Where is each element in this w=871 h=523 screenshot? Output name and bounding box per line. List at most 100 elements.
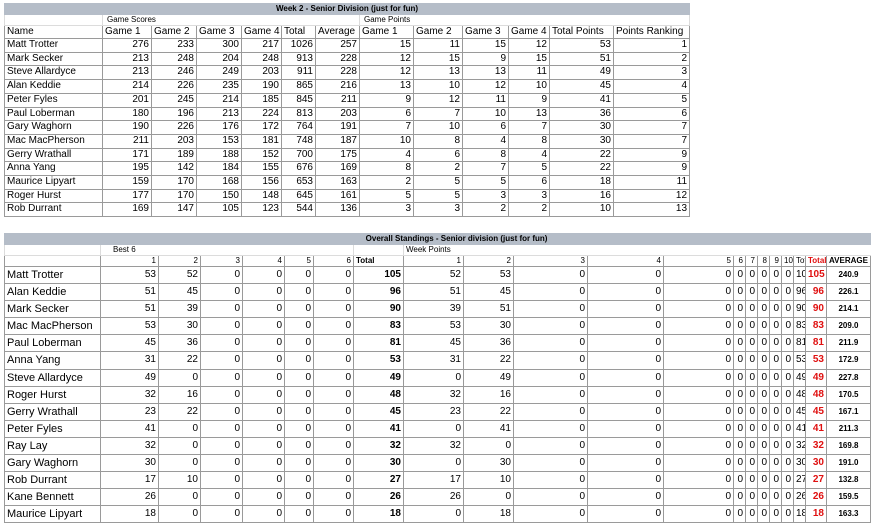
score-cell: 163 <box>315 175 360 190</box>
best-score-cell: 49 <box>100 368 159 387</box>
score-cell: 3 <box>508 188 550 204</box>
score-cell: 5 <box>612 92 691 108</box>
score-cell: 191 <box>315 120 360 135</box>
player-name-cell: Maurice Lipyart <box>4 505 101 523</box>
score-cell: 865 <box>281 79 316 94</box>
week-points-cell: 0 <box>757 402 770 421</box>
best-score-cell: 0 <box>284 265 314 285</box>
week-points-cell: 0 <box>733 368 746 387</box>
best-score-cell: 18 <box>100 505 159 523</box>
best-score-cell: 0 <box>242 265 285 285</box>
week-points-cell: 0 <box>781 419 794 438</box>
score-cell: 8 <box>462 147 509 163</box>
player-name-cell: Paul Loberman <box>4 106 103 122</box>
week-total-cell: 83 <box>793 317 806 336</box>
best-score-cell: 0 <box>200 283 243 302</box>
score-cell: 41 <box>549 92 614 108</box>
best-score-cell: 0 <box>242 283 285 302</box>
table-row: Matt Trotter 276 233 300 217 1026 257 15 11 15 12 5… <box>4 38 691 53</box>
total-cell: 53 <box>353 351 404 370</box>
week-points-cell: 0 <box>745 454 758 473</box>
table-row: Gerry Wrathall23220000452322000000004545… <box>4 402 871 421</box>
column-header: Name <box>4 25 103 39</box>
score-cell: 169 <box>102 202 152 218</box>
week-points-cell: 0 <box>781 505 794 523</box>
score-cell: 226 <box>151 120 197 135</box>
best-score-cell: 39 <box>158 300 201 319</box>
best-score-cell: 0 <box>313 317 354 336</box>
week-points-cell: 51 <box>463 300 514 319</box>
week-points-cell: 0 <box>587 283 664 302</box>
week-points-cell: 0 <box>403 454 464 473</box>
week-points-cell: 0 <box>757 436 770 456</box>
table-row: Gerry Wrathall 171 189 188 152 700 175 4 6 8 4 22 9 <box>4 147 691 163</box>
week-points-cell: 0 <box>757 317 770 336</box>
week-points-cell: 0 <box>663 505 734 523</box>
week-total-cell: 53 <box>793 351 806 370</box>
week-points-cell: 0 <box>733 334 746 353</box>
score-cell: 15 <box>462 38 509 53</box>
week-points-cell: 0 <box>769 385 782 404</box>
table-row: Peter Fyles 201 245 214 185 845 211 9 12 11 9 41 5 <box>4 92 691 108</box>
player-name-cell: Rob Durrant <box>4 471 101 490</box>
week-points-cell: 0 <box>663 471 734 490</box>
score-cell: 12 <box>359 51 414 67</box>
score-cell: 190 <box>241 79 282 94</box>
score-cell: 9 <box>612 161 691 177</box>
week-points-cell: 0 <box>769 351 782 370</box>
best-score-cell: 0 <box>313 419 354 438</box>
score-cell: 10 <box>549 202 614 218</box>
best-score-cell: 0 <box>200 471 243 490</box>
best-column-header: 3 <box>200 255 243 267</box>
score-cell: 214 <box>196 92 242 108</box>
week-points-cell: 0 <box>733 471 746 490</box>
week-points-cell: 32 <box>403 436 464 456</box>
week-points-cell: 0 <box>513 488 588 507</box>
best-score-cell: 16 <box>158 385 201 404</box>
week-points-cell: 0 <box>769 265 782 285</box>
week-points-cell: 0 <box>769 419 782 438</box>
score-cell: 5 <box>413 175 463 190</box>
week-points-cell: 0 <box>745 351 758 370</box>
best-score-cell: 0 <box>242 488 285 507</box>
score-cell: 2 <box>413 161 463 177</box>
week-points-cell: 0 <box>757 334 770 353</box>
score-cell: 7 <box>508 120 550 135</box>
average-column-header: AVERAGE <box>826 255 871 267</box>
score-cell: 11 <box>462 92 509 108</box>
week-points-cell: 0 <box>769 317 782 336</box>
score-cell: 6 <box>359 106 414 122</box>
total-points-cell: 27 <box>805 471 827 490</box>
table-row: Mac MacPherson 211 203 153 181 748 187 10 8 4 8 30 7 <box>4 133 691 149</box>
column-header: Game 2 <box>413 25 463 39</box>
best-column-header: 2 <box>158 255 201 267</box>
week-points-cell: 0 <box>781 265 794 285</box>
score-cell: 155 <box>241 161 282 177</box>
week-points-cell: 0 <box>757 419 770 438</box>
score-cell: 257 <box>315 38 360 53</box>
best-score-cell: 22 <box>158 351 201 370</box>
total-points-cell: 83 <box>805 317 827 336</box>
score-cell: 13 <box>612 202 691 218</box>
week-points-cell: 0 <box>513 300 588 319</box>
week-points-cell: 0 <box>769 334 782 353</box>
score-cell: 8 <box>413 133 463 149</box>
average-cell: 209.0 <box>826 317 871 336</box>
best-score-cell: 0 <box>284 368 314 387</box>
score-cell: 9 <box>359 92 414 108</box>
week-total-cell: 81 <box>793 334 806 353</box>
score-cell: 7 <box>612 120 691 135</box>
week-column-header: 5 <box>663 255 734 267</box>
week-points-cell: 0 <box>587 419 664 438</box>
column-header: Game 3 <box>196 25 242 39</box>
week-points-cell: 0 <box>769 454 782 473</box>
score-cell: 216 <box>315 79 360 94</box>
overall-standings-table: Overall Standings - Senior division (jus… <box>3 233 871 523</box>
week-points-cell: 0 <box>733 300 746 319</box>
score-cell: 156 <box>241 175 282 190</box>
week-points-cell: 0 <box>769 402 782 421</box>
best-score-cell: 23 <box>100 402 159 421</box>
best-score-cell: 32 <box>100 436 159 456</box>
best-score-cell: 10 <box>158 471 201 490</box>
score-cell: 10 <box>462 106 509 122</box>
